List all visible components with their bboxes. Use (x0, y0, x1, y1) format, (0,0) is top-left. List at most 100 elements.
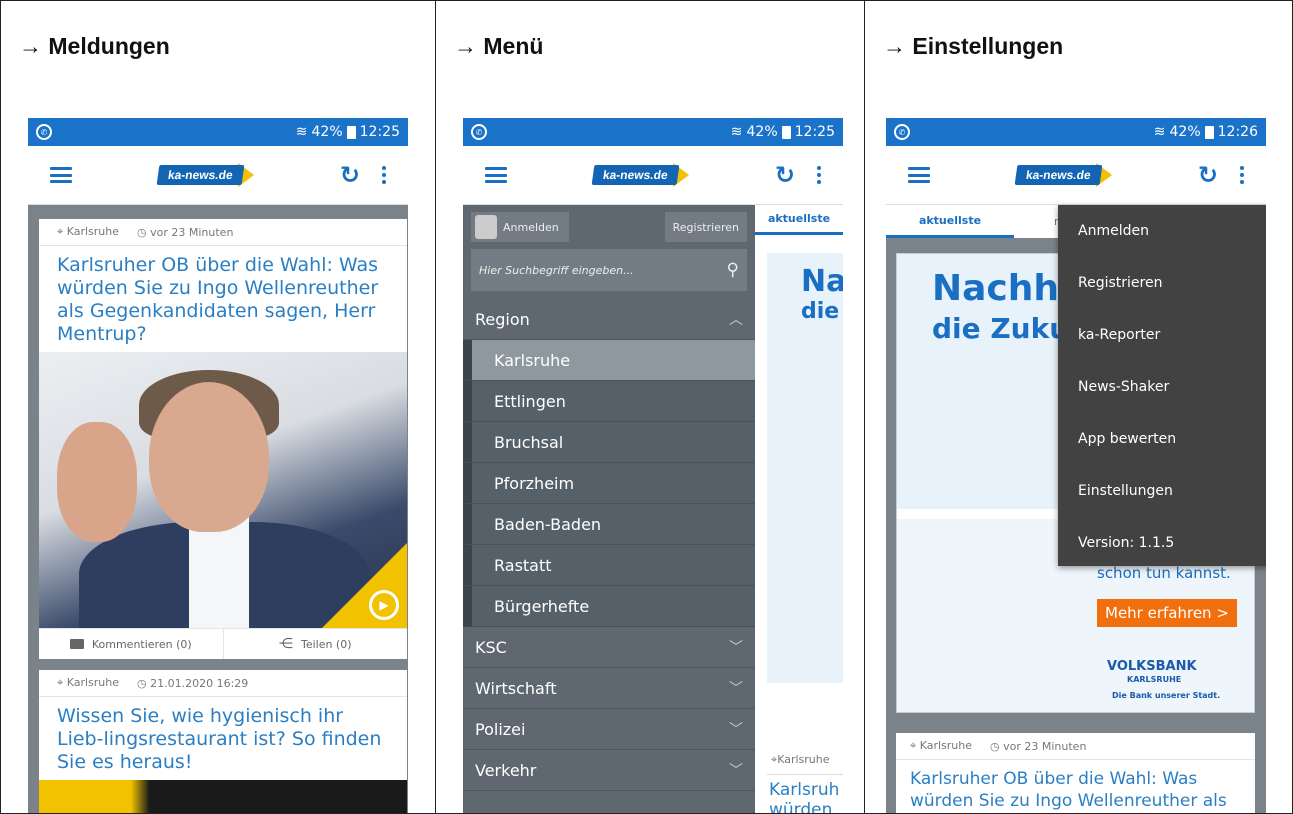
panel-heading: → Menü (454, 33, 544, 59)
battery-icon (1204, 125, 1214, 139)
register-button[interactable]: Registrieren (664, 212, 747, 242)
card-title[interactable]: Wissen Sie, wie hygienisch ihr Lieb-ling… (39, 697, 407, 780)
nav-category-polizei[interactable]: Polizei ﹀ (463, 709, 755, 750)
battery-percent: 42% (746, 124, 778, 140)
article-photo[interactable]: ▶ (39, 352, 407, 628)
battery-icon (781, 125, 791, 139)
app-logo: ka-news.de (591, 163, 690, 187)
drawer-auth: Anmelden Registrieren (463, 205, 755, 249)
wifi-icon: ≋ (730, 124, 743, 140)
panel-heading: → Meldungen (19, 33, 170, 59)
nav-category-region[interactable]: Region ︿ (463, 299, 755, 340)
card-meta: ⌖ Karlsruhe ◷ vor 23 Minuten (896, 733, 1255, 760)
status-bar: ✆ ≋ 42% 12:25 (463, 118, 843, 146)
clock: 12:25 (794, 124, 835, 140)
screenshot-panels: → Meldungen ✆ ≋ 42% 12:25 ka-news.de ↻ ⌖… (0, 0, 1293, 814)
news-card[interactable]: ⌖ Karlsruhe ◷ vor 23 Minuten Karlsruher … (39, 219, 407, 659)
panel-menu: → Menü ✆ ≋ 42% 12:25 ka-news.de ↻ aktuel… (436, 1, 865, 813)
avatar-icon (475, 215, 497, 239)
card-time: 21.01.2020 16:29 (150, 676, 249, 690)
chevron-down-icon: ﹀ (729, 681, 743, 697)
share-icon: ⋲ (278, 636, 293, 652)
app-bar: ka-news.de ↻ (28, 146, 408, 205)
card-meta: ⌖ Karlsruhe (767, 745, 843, 775)
app-logo: ka-news.de (156, 163, 255, 187)
news-card[interactable]: ⌖ Karlsruhe ◷ vor 23 Minuten Karlsruher … (896, 733, 1255, 813)
menu-item-news-shaker[interactable]: News-Shaker (1058, 361, 1266, 413)
menu-item-ka-reporter[interactable]: ka-Reporter (1058, 309, 1266, 361)
nav-category-verkehr[interactable]: Verkehr ﹀ (463, 750, 755, 791)
phone-screen: ✆ ≋ 42% 12:25 ka-news.de ↻ (28, 118, 408, 813)
chevron-down-icon: ﹀ (729, 763, 743, 779)
card-title[interactable]: Karlsruher OB über die Wahl: Was würden … (896, 760, 1255, 813)
status-bar: ✆ ≋ 42% 12:26 (886, 118, 1266, 146)
ad-banner[interactable]: Na die (767, 253, 843, 683)
menu-item-anmelden[interactable]: Anmelden (1058, 205, 1266, 257)
chevron-down-icon: ﹀ (729, 722, 743, 738)
card-actions: Kommentieren (0) ⋲ Teilen (0) (39, 628, 407, 659)
nav-item-buergerhefte[interactable]: Bürgerhefte (463, 586, 755, 627)
chevron-up-icon: ︿ (729, 312, 743, 328)
clock: 12:25 (359, 124, 400, 140)
comment-button[interactable]: Kommentieren (0) (39, 629, 224, 659)
nav-item-karlsruhe[interactable]: Karlsruhe (463, 340, 755, 381)
navigation-drawer: Anmelden Registrieren Hier Suchbegriff e… (463, 205, 755, 813)
nav-item-ettlingen[interactable]: Ettlingen (463, 381, 755, 422)
overflow-menu-icon[interactable] (1240, 166, 1244, 184)
app-logo: ka-news.de (1014, 163, 1113, 187)
menu-item-app-bewerten[interactable]: App bewerten (1058, 413, 1266, 465)
overflow-menu: Anmelden Registrieren ka-Reporter News-S… (1058, 205, 1266, 566)
play-video-icon[interactable]: ▶ (369, 590, 399, 620)
menu-item-einstellungen[interactable]: Einstellungen (1058, 465, 1266, 517)
refresh-icon[interactable]: ↻ (340, 163, 360, 187)
overflow-menu-icon[interactable] (817, 166, 821, 184)
status-bar: ✆ ≋ 42% 12:25 (28, 118, 408, 146)
hamburger-menu-icon[interactable] (50, 167, 72, 183)
card-location: Karlsruhe (66, 225, 120, 238)
nav-category-ksc[interactable]: KSC ﹀ (463, 627, 755, 668)
refresh-icon[interactable]: ↻ (775, 163, 795, 187)
article-photo[interactable] (39, 780, 407, 813)
share-button[interactable]: ⋲ Teilen (0) (224, 629, 408, 659)
bank-slogan: Die Bank unserer Stadt. (1112, 691, 1221, 700)
battery-percent: 42% (311, 124, 343, 140)
nav-category-wirtschaft[interactable]: Wirtschaft ﹀ (463, 668, 755, 709)
tab-aktuellste[interactable]: aktuellste (886, 205, 1014, 238)
comment-icon (69, 639, 84, 649)
whatsapp-icon: ✆ (894, 124, 910, 140)
news-card[interactable]: ⌖ Karlsruhe ◷ 21.01.2020 16:29 Wissen Si… (39, 670, 407, 813)
card-meta: ⌖ Karlsruhe ◷ vor 23 Minuten (39, 219, 407, 246)
login-button[interactable]: Anmelden (471, 212, 569, 242)
phone-screen: ✆ ≋ 42% 12:26 ka-news.de ↻ aktuellste Na… (886, 118, 1266, 813)
app-bar: ka-news.de ↻ (886, 146, 1266, 205)
search-input[interactable]: Hier Suchbegriff eingeben... ⚲ (471, 249, 747, 291)
app-bar: ka-news.de ↻ (463, 146, 843, 205)
card-time: vor 23 Minuten (150, 225, 234, 239)
nav-item-pforzheim[interactable]: Pforzheim (463, 463, 755, 504)
card-title[interactable]: Karlsruher OB über die Wahl: Was würden … (39, 246, 407, 352)
hamburger-menu-icon[interactable] (908, 167, 930, 183)
panel-meldungen: → Meldungen ✆ ≋ 42% 12:25 ka-news.de ↻ ⌖… (1, 1, 436, 813)
panel-heading: → Einstellungen (883, 33, 1064, 59)
whatsapp-icon: ✆ (471, 124, 487, 140)
hamburger-menu-icon[interactable] (485, 167, 507, 183)
bank-city: KARLSRUHE (1127, 675, 1182, 684)
menu-item-version: Version: 1.1.5 (1078, 535, 1175, 551)
battery-icon (346, 125, 356, 139)
nav-item-rastatt[interactable]: Rastatt (463, 545, 755, 586)
nav-list: Region ︿ Karlsruhe Ettlingen Bruchsal Pf… (463, 299, 755, 791)
nav-item-baden-baden[interactable]: Baden-Baden (463, 504, 755, 545)
search-icon[interactable]: ⚲ (727, 260, 739, 280)
clock: 12:26 (1217, 124, 1258, 140)
battery-percent: 42% (1169, 124, 1201, 140)
wifi-icon: ≋ (295, 124, 308, 140)
tab-aktuellste[interactable]: aktuellste (755, 205, 843, 235)
whatsapp-icon: ✆ (36, 124, 52, 140)
refresh-icon[interactable]: ↻ (1198, 163, 1218, 187)
card-title[interactable]: Karlsruh würden (769, 780, 843, 813)
overflow-menu-icon[interactable] (382, 166, 386, 184)
menu-item-registrieren[interactable]: Registrieren (1058, 257, 1266, 309)
card-location: Karlsruhe (919, 739, 973, 752)
ad-more-button[interactable]: Mehr erfahren > (1097, 599, 1237, 627)
nav-item-bruchsal[interactable]: Bruchsal (463, 422, 755, 463)
